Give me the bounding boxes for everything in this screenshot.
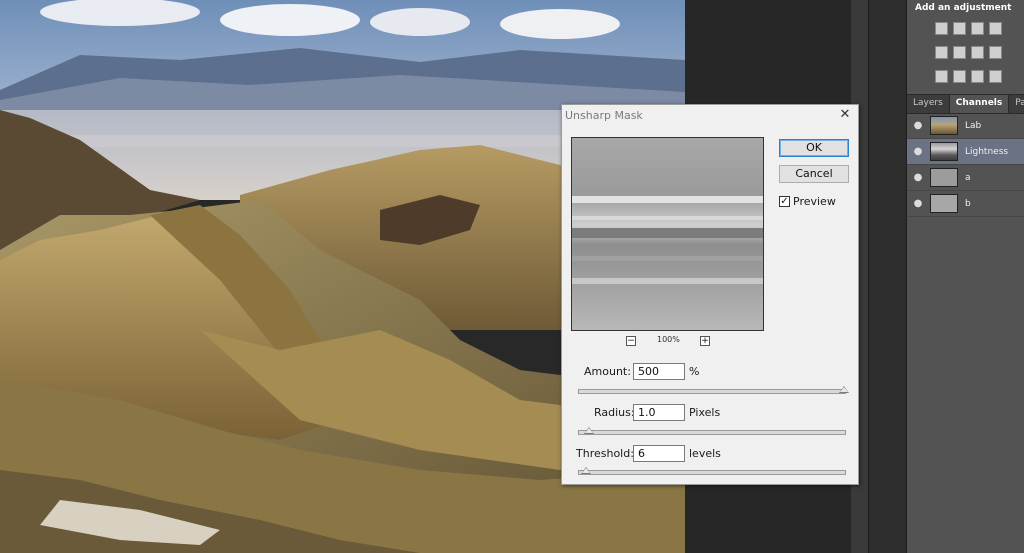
amount-field[interactable]: 500 (633, 363, 685, 380)
ok-button[interactable]: OK (779, 139, 849, 157)
threshold-slider-thumb[interactable] (580, 467, 591, 474)
adjustment-icons-row-2 (935, 46, 1002, 59)
curves-icon[interactable] (971, 22, 984, 35)
preview-checkbox[interactable]: ✓ (779, 196, 790, 207)
invert-icon[interactable] (989, 70, 1002, 83)
amount-slider[interactable] (578, 389, 846, 394)
channel-mixer-icon[interactable] (935, 70, 948, 83)
threshold-label: Threshold: (576, 447, 634, 460)
vibrance-icon[interactable] (935, 46, 948, 59)
eye-icon[interactable]: ● (911, 120, 925, 131)
unsharp-mask-dialog: Unsharp Mask ✕ − 100% + OK Cancel ✓ Prev… (561, 104, 859, 485)
adjustments-title: Add an adjustment (915, 3, 1012, 13)
channel-thumbnail (930, 116, 958, 135)
dialog-title: Unsharp Mask (565, 109, 643, 122)
preview-label: Preview (793, 195, 836, 208)
close-icon[interactable]: ✕ (838, 108, 852, 121)
radius-unit: Pixels (689, 406, 721, 419)
amount-slider-thumb[interactable] (839, 386, 849, 393)
exposure-icon[interactable] (989, 22, 1002, 35)
channel-thumbnail (930, 168, 958, 187)
adjustment-icons-row-3 (935, 70, 1002, 83)
amount-unit: % (689, 365, 700, 378)
color-balance-icon[interactable] (953, 46, 966, 59)
threshold-unit: levels (689, 447, 721, 460)
channel-label: Lightness (965, 146, 1009, 157)
zoom-out-icon[interactable]: − (626, 336, 636, 346)
gradient-map-icon[interactable] (953, 70, 966, 83)
channel-thumbnail (930, 142, 958, 161)
levels-icon[interactable] (953, 22, 966, 35)
adjustments-panel: Add an adjustment (907, 0, 1024, 95)
channel-label: b (965, 198, 971, 209)
preview-image (572, 138, 763, 330)
panel-dock-collapsed (868, 0, 906, 553)
channel-label: Lab (965, 120, 982, 131)
black-white-icon[interactable] (971, 46, 984, 59)
eye-icon[interactable]: ● (911, 172, 925, 183)
threshold-field[interactable]: 6 (633, 445, 685, 462)
panel-tabs: Layers Channels Paths (907, 95, 1024, 114)
amount-label: Amount: (584, 365, 631, 378)
channel-row-lab[interactable]: ● Lab (907, 113, 1024, 139)
panel-dock: Add an adjustment Layers Channels Paths … (906, 0, 1024, 553)
brightness-contrast-icon[interactable] (935, 22, 948, 35)
tab-channels[interactable]: Channels (949, 95, 1010, 113)
radius-field[interactable]: 1.0 (633, 404, 685, 421)
radius-label: Radius: (594, 406, 635, 419)
eye-icon[interactable]: ● (911, 146, 925, 157)
zoom-level: 100% (657, 335, 680, 344)
channel-row-lightness[interactable]: ● Lightness (907, 139, 1024, 165)
photo-filter-icon[interactable] (989, 46, 1002, 59)
channel-row-b[interactable]: ● b (907, 191, 1024, 217)
radius-slider[interactable] (578, 430, 846, 435)
threshold-slider[interactable] (578, 470, 846, 475)
zoom-in-icon[interactable]: + (700, 336, 710, 346)
eye-icon[interactable]: ● (911, 198, 925, 209)
filter-preview[interactable] (571, 137, 764, 331)
channel-row-a[interactable]: ● a (907, 165, 1024, 191)
selective-color-icon[interactable] (971, 70, 984, 83)
adjustment-icons-row-1 (935, 22, 1002, 35)
cancel-button[interactable]: Cancel (779, 165, 849, 183)
channel-label: a (965, 172, 971, 183)
channel-thumbnail (930, 194, 958, 213)
radius-slider-thumb[interactable] (583, 427, 594, 434)
tab-layers[interactable]: Layers (907, 95, 950, 113)
tab-paths[interactable]: Paths (1009, 95, 1024, 113)
